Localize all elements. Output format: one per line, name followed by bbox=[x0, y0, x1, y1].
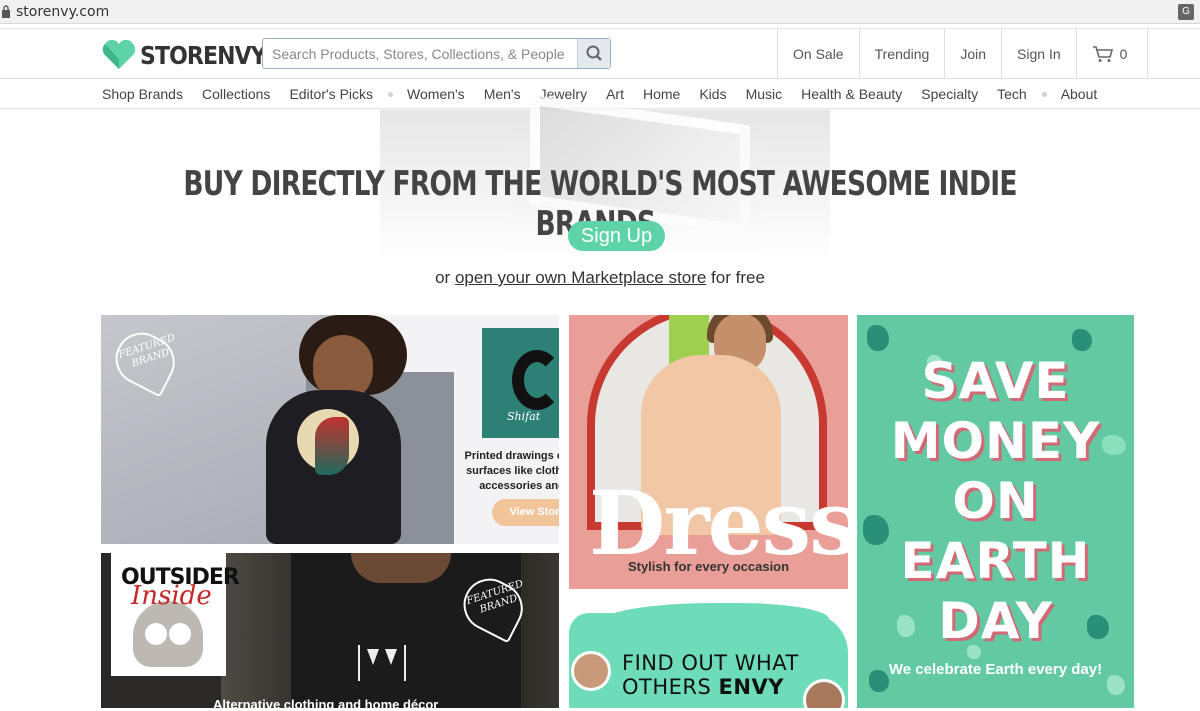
cat-specialty[interactable]: Specialty bbox=[921, 86, 978, 102]
featured-brand-tile[interactable]: FEATURED BRAND Shifat Printed drawings o… bbox=[101, 315, 559, 544]
bird-print bbox=[315, 417, 349, 475]
cat-tech[interactable]: Tech bbox=[997, 86, 1027, 102]
cat-collections[interactable]: Collections bbox=[202, 86, 270, 102]
sub-suffix: for free bbox=[711, 268, 765, 287]
nav-trending[interactable]: Trending bbox=[860, 29, 946, 79]
cart-button[interactable]: 0 bbox=[1077, 29, 1149, 79]
nav-join[interactable]: Join bbox=[945, 29, 1003, 79]
cat-editors-picks[interactable]: Editor's Picks bbox=[289, 86, 373, 102]
cat-kids[interactable]: Kids bbox=[699, 86, 726, 102]
art-print-thumbnail: Shifat bbox=[482, 328, 559, 438]
site-header: STORENVY On Sale Trending Join Sign In 0 bbox=[0, 28, 1200, 79]
others-envy-tile[interactable]: FIND OUT WHAT OTHERS ENVY bbox=[569, 599, 848, 708]
heart-tag-icon bbox=[102, 39, 136, 69]
featured-brand-badge: FEATURED BRAND bbox=[454, 569, 532, 644]
earth-day-tile[interactable]: SAVE MONEY ON EARTH DAY We celebrate Ear… bbox=[857, 315, 1134, 708]
outsider-caption: Alternative clothing and home décor bbox=[213, 697, 439, 708]
cat-shop-brands[interactable]: Shop Brands bbox=[102, 86, 183, 102]
search-box bbox=[262, 38, 611, 69]
cat-about[interactable]: About bbox=[1061, 86, 1098, 102]
featured-description: Printed drawings on various surfaces lik… bbox=[464, 450, 559, 492]
nav-on-sale[interactable]: On Sale bbox=[778, 29, 860, 79]
cat-home[interactable]: Home bbox=[643, 86, 680, 102]
url-text[interactable]: storenvy.com bbox=[16, 4, 109, 20]
browser-address-bar[interactable]: storenvy.com G bbox=[0, 0, 1200, 24]
nav-separator-dot bbox=[1041, 91, 1047, 97]
earth-day-caption: We celebrate Earth every day! bbox=[888, 661, 1103, 678]
pendant-graphic bbox=[358, 645, 406, 681]
nav-sign-in[interactable]: Sign In bbox=[1002, 29, 1077, 79]
cat-health-beauty[interactable]: Health & Beauty bbox=[801, 86, 902, 102]
translate-icon[interactable]: G bbox=[1178, 4, 1194, 20]
envy-headline: FIND OUT WHAT OTHERS ENVY bbox=[622, 651, 799, 699]
search-icon bbox=[586, 45, 602, 61]
cat-music[interactable]: Music bbox=[746, 86, 783, 102]
cart-count: 0 bbox=[1119, 46, 1128, 62]
sub-prefix: or bbox=[435, 268, 451, 287]
search-button[interactable] bbox=[577, 39, 610, 68]
hero-banner: BUY DIRECTLY FROM THE WORLD'S MOST AWESO… bbox=[0, 94, 1200, 310]
search-input[interactable] bbox=[263, 39, 577, 68]
dress-caption: Stylish for every occasion bbox=[627, 559, 790, 574]
open-store-link[interactable]: open your own Marketplace store bbox=[455, 268, 706, 287]
logo-text: STORENVY bbox=[140, 41, 267, 70]
cart-icon bbox=[1092, 46, 1113, 62]
outsider-inside-tile[interactable]: OUTSIDER Inside FEATURED BRAND Alternati… bbox=[101, 553, 559, 708]
storenvy-logo[interactable]: STORENVY bbox=[102, 39, 267, 71]
outsider-inside-logo: OUTSIDER Inside bbox=[111, 553, 240, 676]
user-avatar bbox=[571, 651, 611, 691]
cat-mens[interactable]: Men's bbox=[484, 86, 521, 102]
view-store-button[interactable]: View Store bbox=[492, 499, 559, 526]
cat-art[interactable]: Art bbox=[606, 86, 624, 102]
cat-womens[interactable]: Women's bbox=[407, 86, 465, 102]
hero-subtext: or open your own Marketplace store for f… bbox=[0, 268, 1200, 288]
nav-separator-dot bbox=[388, 91, 394, 97]
lock-icon bbox=[2, 5, 10, 18]
top-nav: On Sale Trending Join Sign In 0 bbox=[777, 29, 1149, 79]
earth-day-headline: SAVE MONEY ON EARTH DAY bbox=[890, 352, 1101, 650]
dress-promo-tile[interactable]: Dress Stylish for every occasion bbox=[569, 315, 848, 589]
sign-up-button[interactable]: Sign Up bbox=[568, 221, 665, 251]
featured-brand-badge: FEATURED BRAND bbox=[106, 323, 184, 398]
